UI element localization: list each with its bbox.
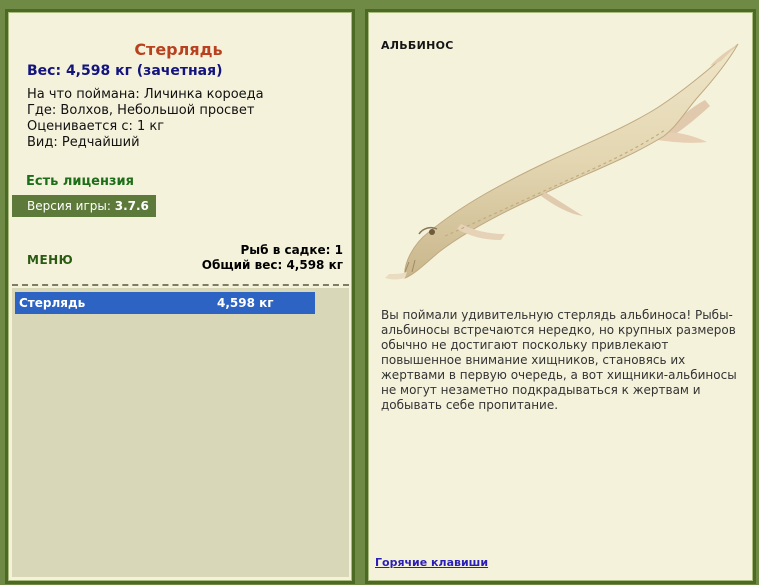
version-label: Версия игры:: [27, 199, 111, 213]
keepnet-fish-count: Рыб в садке: 1: [240, 243, 344, 257]
menu-button[interactable]: МЕНЮ: [27, 253, 73, 267]
game-version-bar: Версия игры: 3.7.6: [12, 195, 156, 217]
location-info: Где: Волхов, Небольшой просвет: [27, 103, 255, 118]
albino-description: Вы поймали удивительную стерлядь альбино…: [381, 308, 737, 412]
keepnet-row-selected[interactable]: Стерлядь 4,598 кг: [15, 292, 315, 314]
keepnet-total-weight: Общий вес: 4,598 кг: [201, 258, 343, 272]
keepnet-row-name: Стерлядь: [19, 296, 86, 310]
keepnet-row-weight: 4,598 кг: [217, 296, 274, 310]
price-info: Оценивается с: 1 кг: [27, 119, 165, 134]
license-status: Есть лицензия: [26, 174, 134, 189]
hotkeys-link[interactable]: Горячие клавиши: [375, 556, 488, 569]
rarity-info: Вид: Редчайший: [27, 135, 140, 150]
bait-info: На что поймана: Личинка короеда: [27, 87, 264, 102]
keepnet-list: Стерлядь 4,598 кг: [12, 288, 349, 577]
fish-weight: Вес: 4,598 кг (зачетная): [27, 63, 223, 79]
section-divider: [12, 284, 349, 286]
albino-sterlet-image: [385, 43, 739, 280]
fish-species-title: Стерлядь: [134, 40, 223, 59]
version-number: 3.7.6: [114, 199, 149, 213]
